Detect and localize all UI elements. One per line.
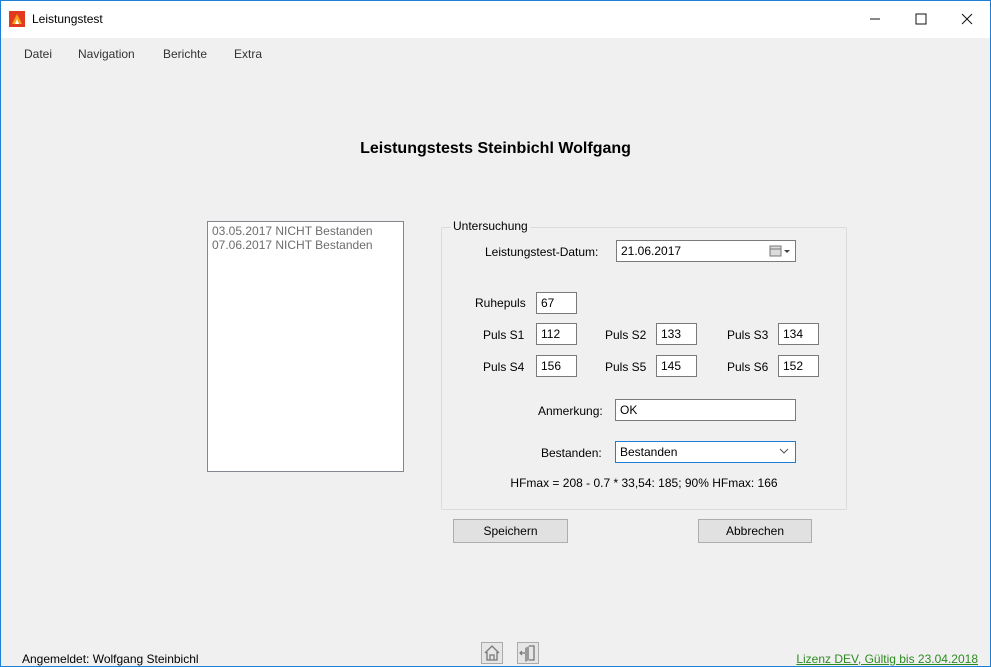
menu-berichte[interactable]: Berichte (163, 47, 207, 61)
list-item[interactable]: 07.06.2017 NICHT Bestanden (212, 238, 399, 252)
app-window: Leistungstest Datei Navigation Berichte … (0, 0, 991, 667)
exit-door-icon[interactable] (517, 642, 539, 664)
maximize-button[interactable] (898, 1, 944, 37)
puls-s1-input[interactable]: 112 (536, 323, 577, 345)
group-title: Untersuchung (451, 219, 530, 233)
bestanden-select[interactable]: Bestanden (615, 441, 796, 463)
minimize-icon (870, 18, 880, 20)
puls-s3-input[interactable]: 134 (778, 323, 819, 345)
logged-in-status: Angemeldet: Wolfgang Steinbichl (22, 652, 199, 666)
chevron-down-icon (779, 448, 789, 454)
date-label: Leistungstest-Datum: (485, 245, 599, 259)
calendar-dropdown-button[interactable] (769, 244, 791, 258)
calendar-icon (769, 245, 790, 257)
page-title: Leistungstests Steinbichl Wolfgang (360, 140, 631, 157)
cancel-button[interactable]: Abbrechen (698, 519, 812, 543)
maximize-icon (915, 13, 927, 25)
window-title: Leistungstest (32, 12, 103, 26)
puls-s6-input[interactable]: 152 (778, 355, 819, 377)
puls-s5-label: Puls S5 (605, 360, 647, 374)
anmerkung-input[interactable]: OK (615, 399, 796, 421)
bestanden-value: Bestanden (620, 445, 678, 459)
list-item[interactable]: 03.05.2017 NICHT Bestanden (212, 224, 399, 238)
title-bar: Leistungstest (1, 1, 990, 38)
hfmax-formula: HFmax = 208 - 0.7 * 33,54: 185; 90% HFma… (510, 476, 778, 490)
menu-extra[interactable]: Extra (234, 47, 262, 61)
app-logo-icon (9, 11, 25, 27)
bestanden-label: Bestanden: (541, 446, 602, 460)
ruhepuls-input[interactable]: 67 (536, 292, 577, 314)
puls-s1-label: Puls S1 (483, 328, 525, 342)
anmerkung-label: Anmerkung: (538, 404, 603, 418)
test-history-list[interactable]: 03.05.2017 NICHT Bestanden 07.06.2017 NI… (207, 221, 404, 472)
close-icon (961, 13, 973, 25)
puls-s2-input[interactable]: 133 (656, 323, 697, 345)
menu-bar: Datei Navigation Berichte Extra (1, 39, 990, 61)
puls-s2-label: Puls S2 (605, 328, 647, 342)
ruhepuls-label: Ruhepuls (475, 296, 526, 310)
puls-s4-input[interactable]: 156 (536, 355, 577, 377)
save-button[interactable]: Speichern (453, 519, 568, 543)
puls-s4-label: Puls S4 (483, 360, 525, 374)
date-value: 21.06.2017 (621, 244, 682, 258)
puls-s3-label: Puls S3 (727, 328, 769, 342)
puls-s6-label: Puls S6 (727, 360, 769, 374)
minimize-button[interactable] (852, 1, 898, 37)
puls-s5-input[interactable]: 145 (656, 355, 697, 377)
menu-datei[interactable]: Datei (24, 47, 52, 61)
menu-navigation[interactable]: Navigation (78, 47, 135, 61)
date-picker[interactable]: 21.06.2017 (616, 240, 796, 262)
close-button[interactable] (944, 1, 990, 37)
home-icon[interactable] (481, 642, 503, 664)
license-link[interactable]: Lizenz DEV, Gültig bis 23.04.2018 (796, 652, 978, 666)
